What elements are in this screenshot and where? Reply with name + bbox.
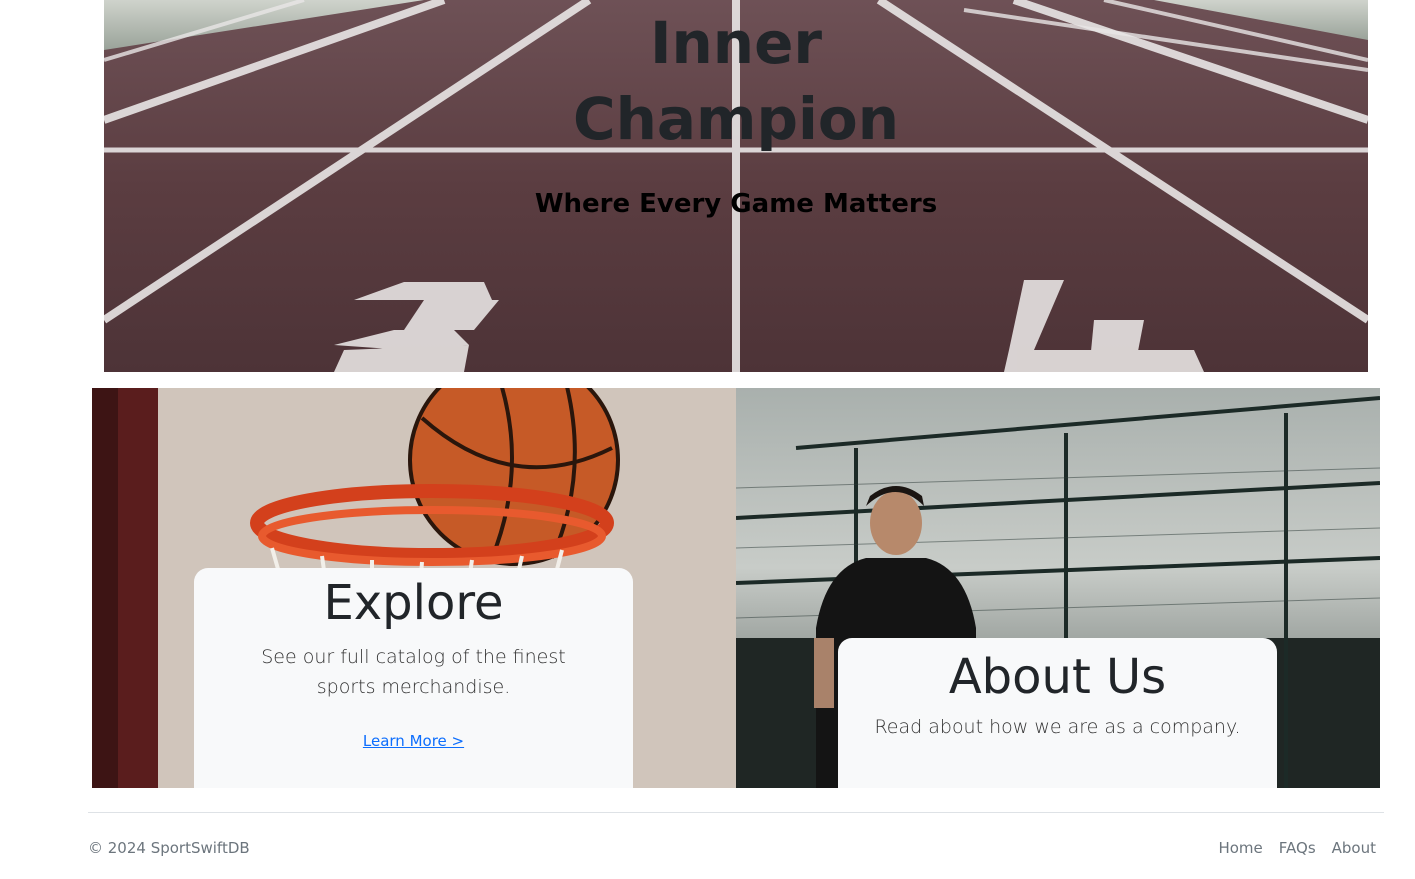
about-card: About Us Read about how we are as a comp… <box>838 638 1277 788</box>
hero-title-line2: Champion <box>573 85 899 153</box>
about-text: Read about how we are as a company. <box>874 716 1241 738</box>
explore-card: Explore See our full catalog of the fine… <box>194 568 633 788</box>
footer-divider <box>88 812 1384 813</box>
footer-link-faqs[interactable]: FAQs <box>1279 839 1316 857</box>
about-title: About Us <box>948 649 1167 705</box>
learn-more-link[interactable]: Learn More > <box>363 732 464 750</box>
hero-banner: Inner Champion Where Every Game Matters <box>104 0 1368 372</box>
hero-title-line1: Inner <box>649 9 823 77</box>
hero-subtitle: Where Every Game Matters <box>534 189 938 219</box>
explore-title: Explore <box>323 575 504 631</box>
footer-link-home[interactable]: Home <box>1218 839 1262 857</box>
footer-link-about[interactable]: About <box>1332 839 1376 857</box>
explore-text: See our full catalog of the finest sport… <box>261 646 566 698</box>
explore-panel: Explore See our full catalog of the fine… <box>92 388 736 788</box>
footer-copyright: © 2024 SportSwiftDB <box>88 839 250 857</box>
about-panel: About Us Read about how we are as a comp… <box>736 388 1380 788</box>
footer-nav: Home FAQs About <box>1218 839 1376 857</box>
